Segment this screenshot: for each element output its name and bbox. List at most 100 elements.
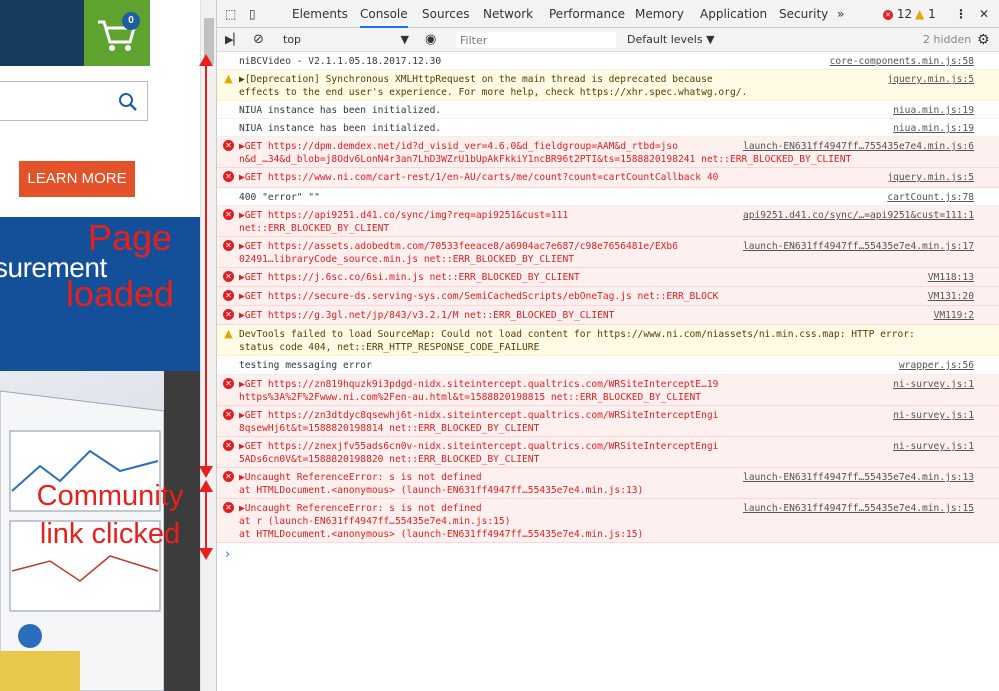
console-source-link[interactable]: ni-survey.js:1 [893,409,974,422]
warning-count-badge[interactable]: ▲ 1 [915,0,936,28]
console-message[interactable]: testing messaging error wrapper.js:56 [217,356,999,375]
tab-memory[interactable]: Memory [635,0,684,28]
console-message-text: at HTMLDocument.<anonymous> (launch-EN63… [239,529,644,540]
tab-sources[interactable]: Sources [422,0,469,28]
console-message-text: NIUA instance has been initialized. [239,105,442,116]
tab-security[interactable]: Security [779,0,828,28]
console-message[interactable]: ✕ ▶GET https://secure-ds.serving-sys.com/… [217,287,999,306]
tab-elements[interactable]: Elements [292,0,348,28]
console-message-text: https%3A%2F%2Fwww.ni.com%2Fen-au.html&t=… [239,392,702,403]
console-message[interactable]: ✕ ▶Uncaught ReferenceError: s is not defi… [217,499,999,543]
customize-menu-icon[interactable]: ⋮ [955,0,967,28]
tab-console[interactable]: Console [360,0,408,28]
console-message[interactable]: ✕ ▶GET https://g.3gl.net/jp/843/v3.2.1/M … [217,306,999,325]
console-message-text: ▶[Deprecation] Synchronous XMLHttpReques… [239,74,719,85]
console-source-link[interactable]: VM119:2 [934,309,974,322]
console-message-text: ▶GET https://znexjfv55ads6cn0v-nidx.site… [239,441,719,452]
error-icon: ✕ [223,209,234,220]
console-source-link[interactable]: niua.min.js:19 [893,122,974,135]
tab-network[interactable]: Network [483,0,533,28]
devtools-panel: ⬚ ▯ Elements Console Sources Network Per… [216,0,999,691]
console-message-text: ▶GET https://api9251.d41.co/sync/img?req… [239,210,569,221]
console-message[interactable]: ✕ ▶GET https://j.6sc.co/6si.min.js net::E… [217,268,999,287]
sidebar-toggle-icon[interactable]: ▶▏ [225,28,242,52]
error-icon: ✕ [223,271,234,282]
console-source-link[interactable]: launch-EN631ff4947ff…55435e7e4.min.js:15 [743,502,974,515]
console-toolbar: ▶▏ ⊘ top ▼ ◉ Default levels ▼ 2 hidden ⚙ [217,28,999,52]
console-output: niBCVideo - V2.1.1.05.18.2017.12.30 core-… [217,52,999,691]
cart-icon [98,20,136,51]
log-levels-dropdown[interactable]: Default levels ▼ [627,28,715,52]
console-message[interactable]: ✕ ▶GET https://dpm.demdex.net/id?d_visid_… [217,137,999,168]
console-source-link[interactable]: cartCount.js:78 [887,191,974,204]
cart-button[interactable] [84,0,150,66]
annotation-arrow-page-loaded [198,54,214,478]
console-source-link[interactable]: ni-survey.js:1 [893,440,974,453]
console-message[interactable]: ✕ ▶GET https://zn3dtdyc8qsewhj6t-nidx.sit… [217,406,999,437]
console-message[interactable]: ✕ ▶GET https://assets.adobedtm.com/70533f… [217,237,999,268]
console-message-text: 02491…libraryCode_source.min.js net::ERR… [239,254,575,265]
annotation-community-line1: Community [36,480,184,512]
annotation-arrow-community [198,480,214,560]
console-message-text: NIUA instance has been initialized. [239,123,442,134]
console-message-text: ▶GET https://g.3gl.net/jp/843/v3.2.1/M n… [239,310,615,321]
console-source-link[interactable]: wrapper.js:56 [899,359,974,372]
error-icon: ✕ [223,471,234,482]
console-message-text: ▶GET https://assets.adobedtm.com/70533fe… [239,241,678,252]
close-devtools-icon[interactable]: ✕ [979,0,989,28]
more-tabs-button[interactable]: » [837,0,844,28]
console-message-text: at HTMLDocument.<anonymous> (launch-EN63… [239,485,644,496]
tab-application[interactable]: Application [700,0,767,28]
console-source-link[interactable]: api9251.d41.co/sync/…=api9251&cust=111:1 [743,209,974,222]
console-message[interactable]: ▲ DevTools failed to load SourceMap: Coul… [217,325,999,356]
site-search-input[interactable] [0,81,148,121]
console-source-link[interactable]: ni-survey.js:1 [893,378,974,391]
console-source-link[interactable]: niua.min.js:19 [893,104,974,117]
console-message[interactable]: NIUA instance has been initialized. niua.… [217,119,999,137]
gear-icon[interactable]: ⚙ [977,28,990,52]
device-toolbar-icon[interactable]: ▯ [249,0,256,28]
annotation-page-loaded-line1: Page [87,217,173,258]
console-message-text: effects to the end user's experience. Fo… [239,87,748,98]
console-message[interactable]: niBCVideo - V2.1.1.05.18.2017.12.30 core-… [217,52,999,70]
console-filter-input[interactable] [455,31,617,49]
console-message-text: ▶GET https://secure-ds.serving-sys.com/S… [239,291,719,302]
eye-icon[interactable]: ◉ [425,28,436,52]
console-message-text: 400 "error" "" [239,192,320,203]
console-message[interactable]: ✕ ▶GET https://znexjfv55ads6cn0v-nidx.sit… [217,437,999,468]
error-count-badge[interactable]: ✕ 12 [883,0,912,28]
console-message[interactable]: NIUA instance has been initialized. niua.… [217,101,999,119]
console-source-link[interactable]: launch-EN631ff4947ff…755435e7e4.min.js:6 [743,140,974,153]
console-message-text: ▶Uncaught ReferenceError: s is not defin… [239,503,482,514]
warning-icon: ▲ [224,327,233,340]
console-message[interactable]: ✕ ▶GET https://zn819hquzk9i3pdgd-nidx.sit… [217,375,999,406]
console-message-text: ▶GET https://j.6sc.co/6si.min.js net::ER… [239,272,580,283]
console-source-link[interactable]: VM131:20 [928,290,974,303]
console-source-link[interactable]: VM118:13 [928,271,974,284]
context-value: top [283,33,302,46]
error-icon: ✕ [223,309,234,320]
console-source-link[interactable]: jquery.min.js:5 [887,73,974,86]
site-header-bar [0,0,84,66]
console-message[interactable]: 400 "error" "" cartCount.js:78 [217,188,999,206]
console-message[interactable]: ✕ ▶GET https://api9251.d41.co/sync/img?re… [217,206,999,237]
learn-more-button[interactable]: LEARN MORE [19,161,135,197]
console-message[interactable]: ✕ ▶GET https://www.ni.com/cart-rest/1/en-… [217,168,999,188]
console-message-text: ▶Uncaught ReferenceError: s is not defin… [239,472,482,483]
console-source-link[interactable]: core-components.min.js:58 [830,55,974,68]
clear-console-icon[interactable]: ⊘ [253,28,264,52]
inspect-element-icon[interactable]: ⬚ [225,0,236,28]
console-message[interactable]: ✕ ▶Uncaught ReferenceError: s is not defi… [217,468,999,499]
console-message-text: n&d_…34&d_blob=j8Odv6LonN4r3an7LhD3WZrU1… [239,154,852,165]
warning-count: 1 [928,7,936,21]
search-icon[interactable] [117,91,139,113]
tab-performance[interactable]: Performance [549,0,625,28]
console-source-link[interactable]: launch-EN631ff4947ff…55435e7e4.min.js:13 [743,471,974,484]
console-prompt[interactable]: › [225,547,230,562]
console-source-link[interactable]: jquery.min.js:5 [887,171,974,184]
console-message[interactable]: ▲ ▶[Deprecation] Synchronous XMLHttpReque… [217,70,999,101]
console-message-text: testing messaging error [239,360,372,371]
context-selector[interactable]: top ▼ [283,28,409,52]
error-icon: ✕ [223,502,234,513]
console-source-link[interactable]: launch-EN631ff4947ff…55435e7e4.min.js:17 [743,240,974,253]
